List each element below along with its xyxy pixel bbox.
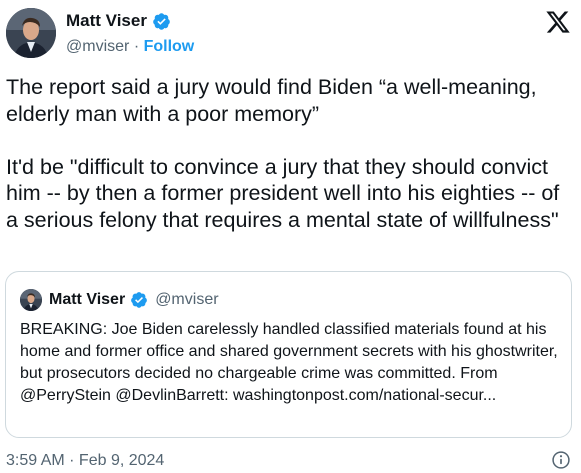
author-name-row[interactable]: Matt Viser xyxy=(66,11,171,31)
quoted-author-row: Matt Viser @mviser xyxy=(49,290,219,310)
verified-badge-icon xyxy=(153,12,170,30)
quoted-author-name: Matt Viser xyxy=(49,291,126,308)
quoted-author-avatar xyxy=(20,289,42,311)
verified-badge-icon xyxy=(131,292,148,308)
quoted-author-handle: @mviser xyxy=(155,291,219,308)
tweet-timestamp[interactable]: 3:59 AM · Feb 9, 2024 xyxy=(6,451,164,471)
quoted-tweet-card[interactable]: Matt Viser @mviser BREAKING: Joe Biden c… xyxy=(5,271,572,438)
author-handle[interactable]: @mviser xyxy=(66,38,129,55)
author-avatar[interactable] xyxy=(6,8,56,58)
author-handle-row: @mviser · Follow xyxy=(66,37,194,57)
tweet-text: The report said a jury would find Biden … xyxy=(6,75,560,232)
x-logo-icon[interactable] xyxy=(545,9,571,35)
follow-button[interactable]: Follow xyxy=(144,38,195,55)
author-name[interactable]: Matt Viser xyxy=(66,11,147,31)
quoted-tweet-text: BREAKING: Joe Biden carelessly handled c… xyxy=(20,321,558,404)
separator-dot: · xyxy=(133,38,140,55)
info-icon[interactable] xyxy=(551,450,571,470)
